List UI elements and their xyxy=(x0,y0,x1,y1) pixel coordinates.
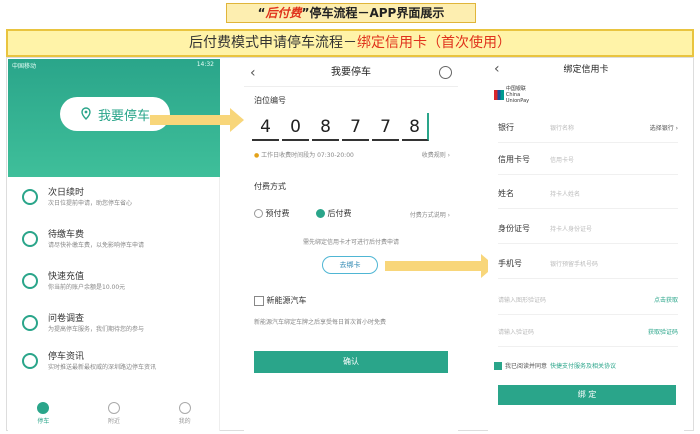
menu-item-recharge[interactable]: 快速充值 你当前的账户余额是10.00元 xyxy=(22,271,212,311)
subtitle-bar: 后付费模式申请停车流程－绑定信用卡（首次使用） xyxy=(6,29,694,57)
subtitle-highlight: 绑定信用卡（首次使用） xyxy=(357,35,511,51)
pay-note-link[interactable]: 付费方式说明 › xyxy=(410,210,450,219)
phone-field[interactable]: 手机号 银行预留手机号码 xyxy=(498,249,678,279)
carrier-label: 中国移动 xyxy=(12,63,37,70)
prepaid-option[interactable]: 预付费 xyxy=(254,208,290,219)
nav-nearby[interactable]: 附近 xyxy=(107,401,120,425)
radio-checked-icon xyxy=(316,209,325,218)
bind-hint: 需先绑定信用卡才可进行后付费申请 xyxy=(302,239,399,246)
bind-button[interactable]: 绑 定 xyxy=(498,385,676,405)
fee-rule-link[interactable]: 收费规则 › xyxy=(422,150,450,159)
menu-item-renew[interactable]: 次日续时 次日位提前申请，助您停车省心 xyxy=(22,187,212,227)
nav-parking[interactable]: 停车 xyxy=(37,401,50,425)
unionpay-icon xyxy=(494,90,504,100)
location-icon xyxy=(107,401,120,414)
bind-card-title: 绑定信用卡 xyxy=(563,65,609,75)
checkbox-checked-icon xyxy=(494,361,502,370)
nav-mine[interactable]: 我的 xyxy=(178,401,191,425)
checkbox-icon xyxy=(254,295,264,306)
go-bind-button[interactable]: 去绑卡 xyxy=(322,256,378,274)
menu-item-news[interactable]: 停车资讯 实时推送最新最权威的深圳路边停车资讯 xyxy=(22,351,212,391)
get-code-link[interactable]: 获取验证码 xyxy=(648,327,678,336)
person-icon xyxy=(178,401,191,414)
back-icon[interactable]: ‹ xyxy=(250,65,256,81)
menu-item-unpaid[interactable]: 待缴车费 请尽快补缴车费，以免影响停车申请 xyxy=(22,229,212,269)
refresh-code-link[interactable]: 点击获取 xyxy=(654,295,678,304)
bank-row[interactable]: 银行 银行名称 选择银行 › xyxy=(498,113,678,143)
bind-card-screen: ‹ 绑定信用卡 中国银联 China UnionPay 银行 银行名称 选择银行 › … xyxy=(488,59,684,431)
news-icon xyxy=(22,353,38,369)
help-icon[interactable] xyxy=(439,66,452,79)
agreement[interactable]: 我已阅读并同意 快捷支付服务及相关协议 xyxy=(494,361,616,370)
id-number-field[interactable]: 身份证号 持卡人身份证号 xyxy=(498,214,678,244)
park-title: 我要停车 xyxy=(244,59,458,87)
agreement-link[interactable]: 快捷支付服务及相关协议 xyxy=(550,361,616,370)
pay-label: 付费方式 xyxy=(254,182,286,191)
sms-code-field[interactable]: 请输入验证码 获取验证码 xyxy=(498,317,678,347)
survey-icon xyxy=(22,315,38,331)
bill-icon xyxy=(22,231,38,247)
berth-label: 泊位编号 xyxy=(254,96,286,105)
menu-item-survey[interactable]: 问卷调查 为提高停车服务，我们期待您的参与 xyxy=(22,313,212,353)
page-title: “后付费”停车流程－APP界面展示 xyxy=(226,3,476,23)
confirm-button[interactable]: 确认 xyxy=(254,351,448,373)
ev-option[interactable]: 新能源汽车 xyxy=(254,295,307,306)
parking-icon xyxy=(37,401,50,414)
clock-icon xyxy=(22,189,38,205)
image-code-field[interactable]: 请输入图形验证码 点击获取 xyxy=(498,285,678,315)
status-time: 14:32 xyxy=(196,61,214,68)
work-time: ● 工作日收费时间段为 07:30-20:00 xyxy=(254,152,354,159)
radio-icon xyxy=(254,209,263,218)
yen-icon xyxy=(22,273,38,289)
unionpay-logo: 中国银联 China UnionPay xyxy=(494,86,538,104)
berth-input[interactable]: 4 0 8 7 7 8 xyxy=(252,113,429,141)
park-screen: 我要停车 ‹ 泊位编号 4 0 8 7 7 8 ● 工作日收费时间段为 07:3… xyxy=(244,59,458,431)
park-button-label: 我要停车 xyxy=(97,108,150,124)
flow-arrow-1 xyxy=(150,108,244,132)
location-pin-icon xyxy=(81,107,91,120)
ev-note: 新能源汽车绑定车牌之后享受每日首次首小时免费 xyxy=(254,319,387,326)
postpaid-option[interactable]: 后付费 xyxy=(316,208,352,219)
card-number-field[interactable]: 信用卡号 信用卡号 xyxy=(498,145,678,175)
name-field[interactable]: 姓名 持卡人姓名 xyxy=(498,179,678,209)
bottom-nav: 停车 附近 我的 xyxy=(8,397,220,429)
warning-icon: ● xyxy=(254,152,260,159)
flow-arrow-2 xyxy=(385,254,495,278)
title-highlight: 后付费 xyxy=(265,6,302,20)
